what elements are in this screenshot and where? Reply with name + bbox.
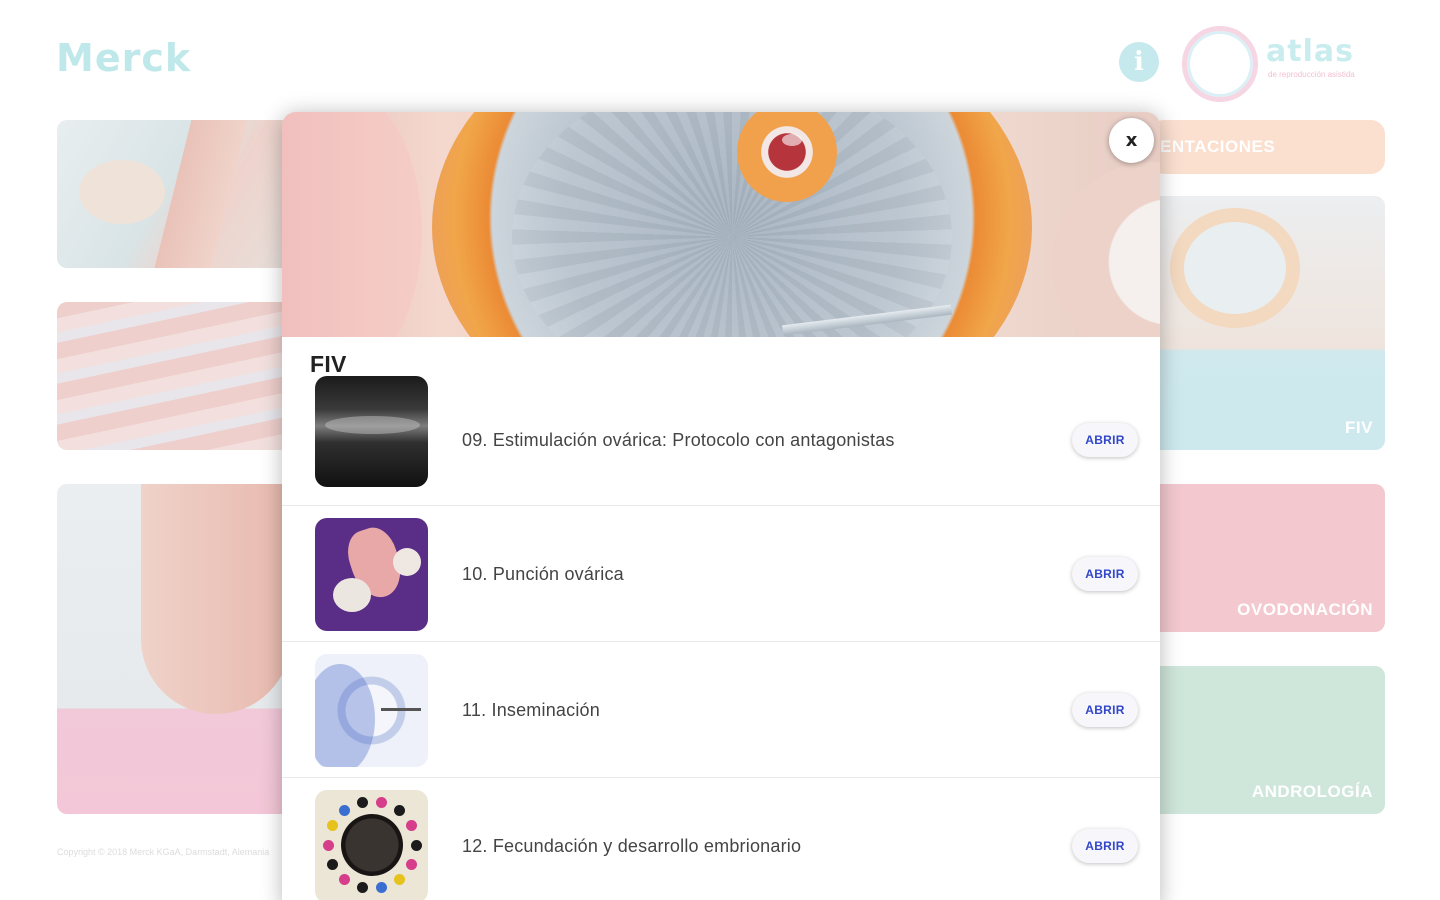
video-title: 09. Estimulación ovárica: Protocolo con …: [462, 430, 895, 450]
embryo-cell-dot: [326, 820, 338, 832]
embryo-cell-dot: [393, 873, 405, 885]
open-button[interactable]: ABRIR: [1072, 829, 1138, 863]
embryo-cell-dot: [322, 839, 334, 851]
open-button[interactable]: ABRIR: [1072, 693, 1138, 727]
video-list-item[interactable]: 12. Fecundación y desarrollo embrionario…: [282, 778, 1160, 900]
fiv-card-label: FIV: [1345, 418, 1373, 437]
modal-hero-image: [282, 112, 1160, 337]
oocyte-injection-thumbnail-icon: [315, 654, 428, 767]
hero-adjacent-follicle: [1052, 162, 1160, 337]
embryo-cell-dot: [376, 882, 388, 894]
category-card-andrologia[interactable]: ANDROLOGÍA: [1150, 666, 1385, 814]
video-list-item[interactable]: 10. Punción ovárica ABRIR: [282, 506, 1160, 642]
merck-logo: Merck: [56, 36, 192, 80]
footer-copyright: Copyright © 2018 Merck KGaA, Darmstadt, …: [57, 847, 270, 857]
category-pill-presentaciones[interactable]: ENTACIONES: [1150, 120, 1385, 174]
embryo-thumbnail-icon: [315, 790, 428, 900]
embryo-cell-dot: [376, 796, 388, 808]
app-root: Merck i atlas de reproducción asistida E…: [0, 0, 1440, 900]
video-list: 09. Estimulación ovárica: Protocolo con …: [282, 376, 1160, 900]
category-card-ovodonacion[interactable]: OVODONACIÓN: [1150, 484, 1385, 632]
embryo-cell-dot: [406, 858, 418, 870]
embryo-cell-dot: [339, 805, 351, 817]
close-button[interactable]: x: [1109, 118, 1154, 163]
category-card-cells[interactable]: [57, 302, 297, 450]
video-list-item[interactable]: 09. Estimulación ovárica: Protocolo con …: [282, 376, 1160, 506]
embryo-cell-dot: [356, 882, 368, 894]
embryo-cell-dot: [356, 796, 368, 808]
embryo-cell-dot: [393, 805, 405, 817]
fiv-card-illustration: [1170, 208, 1300, 328]
video-title: 11. Inseminación: [462, 700, 600, 720]
hero-follicle-cells: [512, 112, 952, 337]
embryo-cell-dot: [326, 858, 338, 870]
embryo-cell-dot: [410, 839, 422, 851]
ultrasound-thumbnail-icon: [315, 376, 428, 487]
open-button[interactable]: ABRIR: [1072, 557, 1138, 591]
ovodonacion-card-label: OVODONACIÓN: [1237, 600, 1373, 619]
video-title: 10. Punción ovárica: [462, 564, 624, 584]
anatomy-illustration-tube: [154, 120, 248, 268]
embryo-core: [341, 814, 403, 876]
atlas-logo-subtitle: de reproducción asistida: [1268, 70, 1355, 79]
info-icon[interactable]: i: [1119, 42, 1159, 82]
category-card-uterus[interactable]: [57, 484, 297, 814]
anatomy-illustration: [79, 160, 165, 224]
atlas-logo-word: atlas: [1266, 34, 1354, 69]
category-card-anatomy[interactable]: [57, 120, 297, 268]
hero-tissue-fold: [282, 112, 422, 337]
atlas-logo-icon: [1182, 26, 1258, 102]
embryo-cell-dot: [339, 873, 351, 885]
ovary-illustration-thumbnail-icon: [315, 518, 428, 631]
modal-title: FIV: [310, 351, 347, 377]
category-card-fiv[interactable]: FIV: [1150, 196, 1385, 450]
embryo-cell-dot: [406, 820, 418, 832]
open-button[interactable]: ABRIR: [1072, 423, 1138, 457]
ovary-shape-right: [393, 548, 421, 576]
ovary-shape-left: [333, 578, 371, 612]
video-list-item[interactable]: 11. Inseminación ABRIR: [282, 642, 1160, 778]
uterus-illustration: [141, 484, 291, 714]
fiv-modal: FIV 09. Estimulación ovárica: Protocolo …: [282, 112, 1160, 900]
video-title: 12. Fecundación y desarrollo embrionario: [462, 836, 802, 856]
andrologia-card-label: ANDROLOGÍA: [1251, 782, 1373, 801]
hero-oocyte-highlight: [782, 134, 802, 146]
